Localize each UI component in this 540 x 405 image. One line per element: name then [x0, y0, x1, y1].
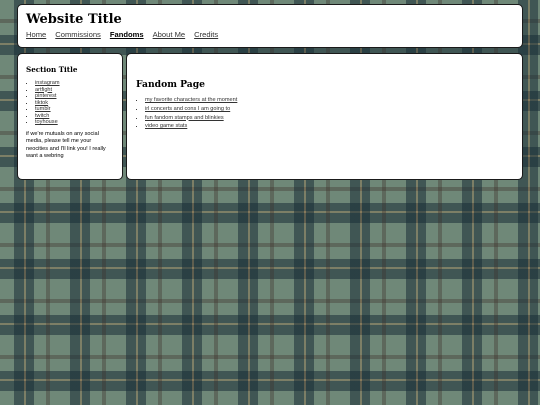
nav-about-me[interactable]: About Me [153, 30, 186, 39]
nav-home[interactable]: Home [26, 30, 46, 39]
social-links-list: instagram artfight pinterest tiktok tumb… [26, 80, 114, 126]
list-item: my favorite characters at the moment [145, 96, 513, 105]
main-panel: Fandom Page my favorite characters at th… [126, 53, 523, 180]
nav-fandoms[interactable]: Fandoms [110, 30, 144, 39]
page-title: Fandom Page [136, 79, 206, 90]
link-concerts-cons[interactable]: irl concerts and cons I am going to [145, 106, 230, 112]
link-twitch[interactable]: twitch [35, 113, 49, 119]
link-toyhouse[interactable]: toyhouse [35, 119, 58, 125]
link-tumblr[interactable]: tumblr [35, 106, 51, 112]
list-item: irl concerts and cons I am going to [145, 105, 513, 114]
link-tiktok[interactable]: tiktok [35, 100, 48, 106]
list-item: video game stats [145, 122, 513, 131]
link-pinterest[interactable]: pinterest [35, 93, 56, 99]
site-title: Website Title [26, 12, 122, 27]
sidebar-panel: Section Title instagram artfight pintere… [17, 53, 123, 180]
link-favorite-characters[interactable]: my favorite characters at the moment [145, 97, 237, 103]
header-panel: Website Title Home Commissions Fandoms Abou… [17, 4, 523, 48]
link-instagram[interactable]: instagram [35, 80, 60, 86]
sidebar-title: Section Title [26, 65, 78, 74]
list-item: toyhouse [35, 119, 114, 126]
nav-credits[interactable]: Credits [194, 30, 218, 39]
list-item: fun fandom stamps and blinkies [145, 114, 513, 123]
sidebar-note: if we're mutuals on any social media, pl… [26, 130, 106, 160]
link-artfight[interactable]: artfight [35, 87, 52, 93]
nav-commissions[interactable]: Commissions [55, 30, 101, 39]
fandom-links-list: my favorite characters at the moment irl… [136, 96, 513, 131]
link-stamps-blinkies[interactable]: fun fandom stamps and blinkies [145, 115, 224, 121]
main-nav: Home Commissions Fandoms About Me Credits [26, 30, 514, 40]
link-video-game-stats[interactable]: video game stats [145, 123, 187, 129]
